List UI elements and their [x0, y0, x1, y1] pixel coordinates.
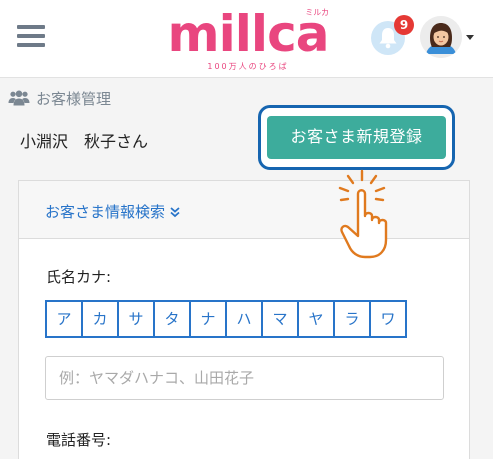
- kana-button-na[interactable]: ナ: [189, 300, 227, 338]
- phone-number-label: 電話番号:: [46, 431, 112, 449]
- kana-button-ha[interactable]: ハ: [225, 300, 263, 338]
- kana-label: 氏名カナ:: [46, 268, 112, 286]
- user-name-label: 小淵沢 秋子さん: [20, 132, 149, 151]
- pointing-hand-icon: [338, 169, 388, 259]
- chevron-down-icon[interactable]: [466, 35, 474, 40]
- kana-button-wa[interactable]: ワ: [369, 300, 407, 338]
- notification-count-badge: 9: [394, 15, 414, 35]
- new-customer-register-button[interactable]: お客さま新規登録: [267, 116, 446, 159]
- kana-button-ta[interactable]: タ: [153, 300, 191, 338]
- logo-katakana: ミルカ: [305, 8, 329, 17]
- app-header: millca ミルカ 100万人のひろば 9: [0, 0, 493, 78]
- section-title-label: お客様管理: [36, 89, 112, 108]
- user-avatar[interactable]: [420, 16, 462, 58]
- page-title: お客様管理: [8, 87, 111, 109]
- double-chevron-down-icon: [170, 206, 180, 217]
- kana-button-ya[interactable]: ヤ: [297, 300, 335, 338]
- kana-button-ka[interactable]: カ: [81, 300, 119, 338]
- register-button-highlight: お客さま新規登録: [258, 105, 455, 170]
- kana-button-ma[interactable]: マ: [261, 300, 299, 338]
- kana-filter-group: ア カ サ タ ナ ハ マ ヤ ラ ワ: [45, 300, 407, 338]
- search-toggle-link[interactable]: お客さま情報検索: [45, 201, 181, 222]
- millca-logo[interactable]: millca ミルカ 100万人のひろば: [163, 6, 333, 72]
- hamburger-menu-icon[interactable]: [17, 25, 45, 47]
- customer-search-panel: お客さま情報検索 氏名カナ: ア カ サ タ ナ ハ マ ヤ ラ ワ 電話番号:: [18, 180, 470, 459]
- users-icon: [8, 90, 30, 106]
- logo-tagline: 100万人のひろば: [207, 62, 289, 71]
- kana-button-sa[interactable]: サ: [117, 300, 155, 338]
- customer-name-search-input[interactable]: [45, 356, 444, 400]
- search-toggle-label: お客さま情報検索: [45, 203, 166, 221]
- kana-button-ra[interactable]: ラ: [333, 300, 371, 338]
- kana-button-a[interactable]: ア: [45, 300, 83, 338]
